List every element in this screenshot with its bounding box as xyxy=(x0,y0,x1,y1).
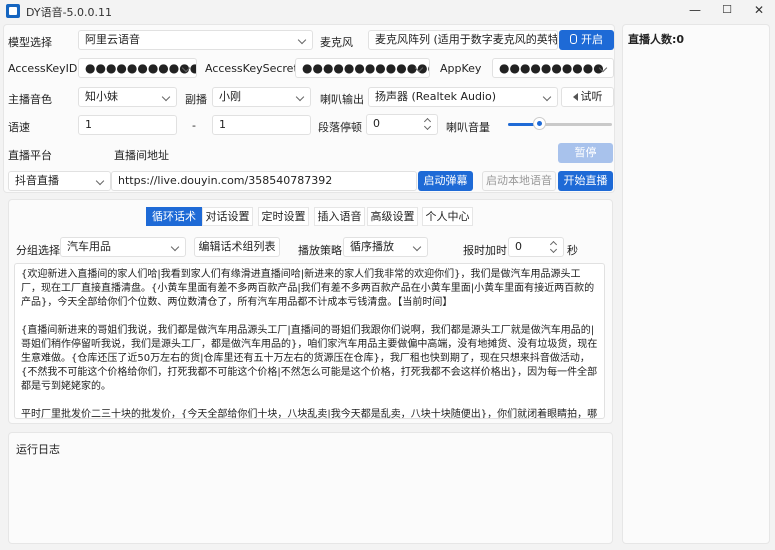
test-listen-label: 试听 xyxy=(580,90,603,103)
platform-label: 直播平台 xyxy=(8,149,52,162)
window-title: DY语音-5.0.0.11 xyxy=(26,6,113,19)
tab-timer-settings[interactable]: 定时设置 xyxy=(258,207,309,226)
viewer-panel xyxy=(622,24,770,544)
close-button[interactable]: ✕ xyxy=(744,0,774,22)
paragraph-pause-value: 0 xyxy=(373,117,380,130)
script-paragraph: {直播间新进来的哥姐们我说，我们都是做汽车用品源头工厂|直播间的哥姐们我跟你们说… xyxy=(21,325,598,392)
speaker-icon xyxy=(572,93,578,101)
tab-dialog-settings[interactable]: 对话设置 xyxy=(202,207,253,226)
start-live-button[interactable]: 开始直播 xyxy=(558,171,613,191)
group-select[interactable]: 汽车用品 xyxy=(60,237,186,257)
tab-advanced-settings[interactable]: 高级设置 xyxy=(367,207,418,226)
appkey-label: AppKey xyxy=(440,62,482,75)
start-local-voice-button[interactable]: 启动本地语音 xyxy=(482,171,556,191)
tab-insert-voice[interactable]: 插入语音 xyxy=(314,207,365,226)
script-textarea[interactable]: {欢迎新进入直播间的家人们哈|我看到家人们有缘滑进直播间哈|新进来的家人们我非常… xyxy=(14,263,605,419)
viewer-count: 直播人数:0 xyxy=(628,33,685,46)
seconds-unit: 秒 xyxy=(567,244,578,257)
mic-select[interactable]: 麦克风阵列 (适用于数字麦克风的英特 xyxy=(368,30,558,50)
volume-label: 喇叭音量 xyxy=(446,121,490,134)
volume-slider-knob[interactable] xyxy=(533,117,546,130)
voice-label: 主播音色 xyxy=(8,93,52,106)
time-add-value: 0 xyxy=(515,240,522,253)
app-icon xyxy=(6,4,20,18)
sub-voice-select[interactable]: 小刚 xyxy=(212,87,311,107)
speed-min-input[interactable]: 1 xyxy=(78,115,177,135)
room-url-label: 直播间地址 xyxy=(114,149,169,162)
script-paragraph: 平时厂里批发价二三十块的批发价，{今天全部给你们十块，八块乱卖|我今天都是乱卖，… xyxy=(21,409,598,419)
spinner-arrows-icon[interactable] xyxy=(550,241,558,253)
speaker-output-label: 喇叭输出 xyxy=(320,93,364,106)
group-label: 分组选择 xyxy=(16,244,60,257)
access-key-id-label: AccessKeyID xyxy=(8,62,78,75)
script-paragraph: {欢迎新进入直播间的家人们哈|我看到家人们有缘滑进直播间哈|新进来的家人们我非常… xyxy=(21,269,595,308)
access-key-secret-label: AccessKeySecret xyxy=(205,62,298,75)
edit-script-group-button[interactable]: 编辑话术组列表 xyxy=(194,237,280,257)
mic-start-button[interactable]: 开启 xyxy=(559,30,614,50)
platform-select[interactable]: 抖音直播 xyxy=(8,171,111,191)
model-label: 模型选择 xyxy=(8,36,52,49)
mic-start-label: 开启 xyxy=(581,33,603,46)
strategy-label: 播放策略 xyxy=(298,244,342,257)
log-panel xyxy=(8,432,613,544)
maximize-button[interactable]: ☐ xyxy=(712,0,742,22)
model-select[interactable]: 阿里云语音 xyxy=(78,30,313,50)
pause-button[interactable]: 暂停 xyxy=(558,143,613,163)
room-url-input[interactable]: https://live.douyin.com/358540787392 xyxy=(111,171,417,191)
speaker-output-select[interactable]: 扬声器 (Realtek Audio) xyxy=(368,87,558,107)
strategy-select[interactable]: 循序播放 xyxy=(343,237,428,257)
tab-loop-script[interactable]: 循环话术 xyxy=(146,207,202,226)
mic-label: 麦克风 xyxy=(320,36,353,49)
minimize-button[interactable]: — xyxy=(680,0,710,22)
start-danmu-button[interactable]: 启动弹幕 xyxy=(418,171,473,191)
log-title: 运行日志 xyxy=(16,443,60,456)
time-add-label: 报时加时 xyxy=(463,244,507,257)
paragraph-pause-label: 段落停顿 xyxy=(318,121,362,134)
title-bar: DY语音-5.0.0.11 — ☐ ✕ xyxy=(0,0,775,22)
access-key-secret-input[interactable]: ●●●●●●●●●●●●●●● xyxy=(295,58,430,78)
speed-max-input[interactable]: 1 xyxy=(212,115,311,135)
appkey-input[interactable]: ●●●●●●●●●● xyxy=(492,58,614,78)
tab-personal-center[interactable]: 个人中心 xyxy=(422,207,473,226)
mic-icon xyxy=(570,34,577,44)
speed-separator: - xyxy=(192,119,196,132)
sub-voice-label: 副播 xyxy=(185,93,207,106)
spinner-arrows-icon[interactable] xyxy=(424,118,432,130)
speed-label: 语速 xyxy=(8,121,30,134)
time-add-spinner[interactable]: 0 xyxy=(508,237,564,257)
test-listen-button[interactable]: 试听 xyxy=(561,87,614,107)
access-key-id-input[interactable]: ●●●●●●●●●●●●● xyxy=(78,58,197,78)
paragraph-pause-spinner[interactable]: 0 xyxy=(366,114,438,135)
voice-select[interactable]: 知小妹 xyxy=(78,87,177,107)
